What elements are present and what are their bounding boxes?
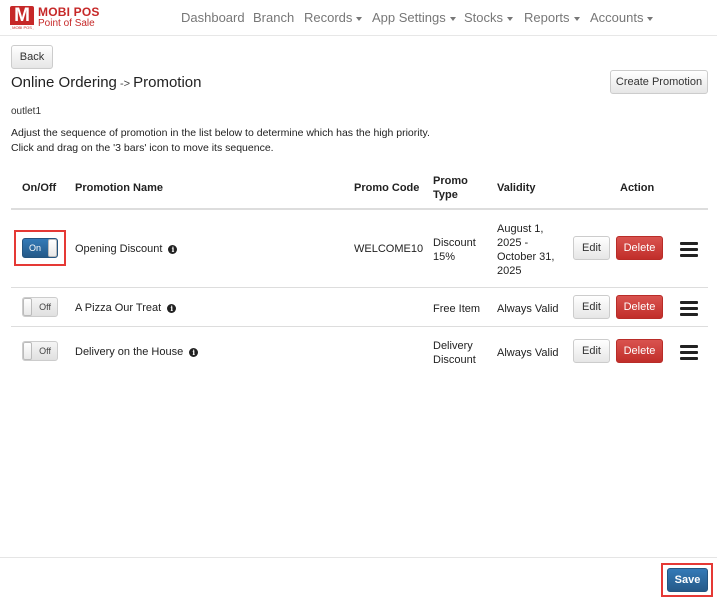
nav-accounts[interactable]: Accounts <box>590 10 654 25</box>
header-validity: Validity <box>497 182 536 194</box>
promo-type: Discount 15% <box>433 237 476 263</box>
brand-tagline: Point of Sale <box>38 18 95 29</box>
delete-button[interactable]: Delete <box>616 236 663 260</box>
header-on-off: On/Off <box>22 182 57 194</box>
row-divider <box>11 326 708 327</box>
create-promotion-button[interactable]: Create Promotion <box>610 70 708 94</box>
header-action: Action <box>620 182 655 194</box>
page-title: Online Ordering -> Promotion <box>11 74 202 91</box>
promotion-toggle[interactable]: Off <box>22 341 58 361</box>
validity: August 1, 2025 - October 31, 2025 <box>497 223 555 277</box>
promotion-toggle[interactable]: Off <box>22 297 58 317</box>
instruction-line-1: Adjust the sequence of promotion in the … <box>11 127 430 139</box>
promo-code: WELCOME10 <box>354 243 424 255</box>
chevron-down-icon <box>647 16 654 21</box>
drag-handle-icon[interactable] <box>680 301 698 316</box>
nav-branch[interactable]: Branch <box>253 10 294 25</box>
promo-type: Free Item <box>433 303 481 315</box>
back-button[interactable]: Back <box>11 45 53 69</box>
edit-button[interactable]: Edit <box>573 295 610 319</box>
save-button[interactable]: Save <box>667 568 708 592</box>
header-promo-type: Promo Type <box>433 175 468 201</box>
nav-dashboard[interactable]: Dashboard <box>181 10 245 25</box>
logo-mark-icon: M MOBI POS <box>10 6 34 30</box>
info-icon[interactable]: i <box>168 245 178 254</box>
table-header-divider <box>11 208 708 210</box>
promotion-name: Delivery on the House i <box>75 345 199 359</box>
toggle-knob <box>23 342 32 360</box>
drag-handle-icon[interactable] <box>680 345 698 360</box>
promotion-name: Opening Discount i <box>75 242 178 256</box>
chevron-down-icon <box>507 16 514 21</box>
instruction-line-2: Click and drag on the '3 bars' icon to m… <box>11 142 274 154</box>
chevron-down-icon <box>573 16 580 21</box>
info-icon[interactable]: i <box>167 304 177 313</box>
chevron-down-icon <box>449 16 456 21</box>
promotion-name: A Pizza Our Treat i <box>75 301 177 315</box>
brand-name: MOBI POS <box>38 5 100 19</box>
nav-reports[interactable]: Reports <box>524 10 580 25</box>
promo-type: Delivery Discount <box>433 340 476 366</box>
header-promotion-name: Promotion Name <box>75 182 164 194</box>
header-promo-code: Promo Code <box>354 182 420 194</box>
chevron-down-icon <box>356 16 363 21</box>
validity: Always Valid <box>497 303 559 315</box>
delete-button[interactable]: Delete <box>616 295 663 319</box>
validity: Always Valid <box>497 347 559 359</box>
outlet-name: outlet1 <box>11 106 42 117</box>
drag-handle-icon[interactable] <box>680 242 698 257</box>
promotion-toggle[interactable]: On <box>22 238 58 258</box>
info-icon[interactable]: i <box>189 348 199 357</box>
edit-button[interactable]: Edit <box>573 339 610 363</box>
edit-button[interactable]: Edit <box>573 236 610 260</box>
delete-button[interactable]: Delete <box>616 339 663 363</box>
nav-records[interactable]: Records <box>304 10 363 25</box>
footer-divider <box>0 557 717 558</box>
nav-stocks[interactable]: Stocks <box>464 10 514 25</box>
nav-app-settings[interactable]: App Settings <box>372 10 456 25</box>
toggle-knob <box>23 298 32 316</box>
brand-logo[interactable]: M MOBI POS MOBI POS Point of Sale <box>10 6 100 30</box>
toggle-knob <box>48 239 57 257</box>
row-divider <box>11 287 708 288</box>
top-navbar: M MOBI POS MOBI POS Point of Sale Dashbo… <box>0 0 717 36</box>
